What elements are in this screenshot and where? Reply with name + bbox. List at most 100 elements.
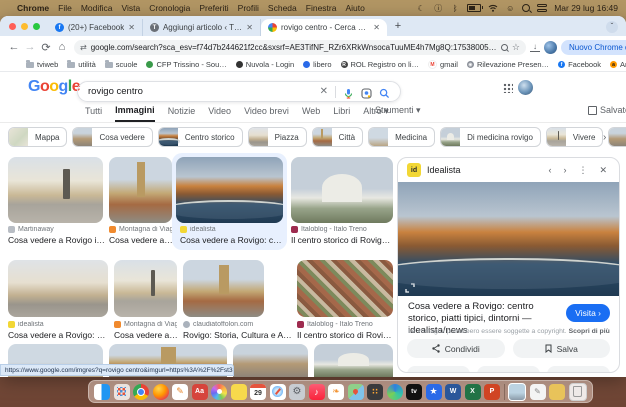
system-settings-icon[interactable]: ⚙ [289, 384, 305, 400]
home-button[interactable]: ⌂ [54, 41, 70, 53]
user-icon[interactable]: ☺ [505, 3, 515, 13]
bookmark-nuvola[interactable]: Nuvola - Login [236, 60, 294, 69]
safari-icon[interactable] [270, 384, 286, 400]
tab-tviweb[interactable]: T Aggiungi articolo ‹ TVIWeb – ✕ [143, 19, 261, 36]
menu-item-vista[interactable]: Vista [121, 3, 140, 13]
finder-icon[interactable] [94, 384, 110, 400]
wifi-icon[interactable] [488, 3, 498, 13]
nav-strumenti[interactable]: Strumenti ▾ [375, 105, 421, 116]
result-caption[interactable]: Il centro storico di Rovigo e le sue… [297, 330, 393, 340]
search-submit-icon[interactable] [379, 86, 390, 97]
clear-search-icon[interactable]: ✕ [320, 86, 328, 97]
calculator-icon[interactable]: ∷ [367, 384, 383, 400]
nav-video-brevi[interactable]: Video brevi [244, 106, 289, 121]
edge-icon[interactable] [387, 384, 403, 400]
chips-scroll-right-icon[interactable]: › [603, 132, 606, 143]
result-source[interactable]: Martinaway [8, 226, 103, 233]
calendar-icon[interactable]: 29 [250, 384, 266, 400]
result-source[interactable]: Montagna di Viaggi [114, 321, 177, 328]
result-caption[interactable]: Cosa vedere a Rovigo: centro storico… [8, 330, 109, 340]
expand-image-icon[interactable] [405, 280, 415, 290]
close-tab-icon[interactable]: ✕ [128, 23, 135, 32]
result-source[interactable]: Montagna di Viaggi [109, 226, 172, 233]
bookmark-rol-registro[interactable]: RROL Registro on li… [341, 60, 420, 69]
powerpoint-icon[interactable]: P [484, 384, 500, 400]
google-logo[interactable]: Google [28, 78, 80, 96]
menu-item-chrome[interactable]: Chrome [17, 3, 49, 13]
chip-citta[interactable]: Città [312, 127, 363, 147]
tab-facebook[interactable]: f (20+) Facebook ✕ [48, 19, 143, 36]
chip-medicina[interactable]: Medicina [368, 127, 435, 147]
related-chip[interactable] [407, 366, 470, 373]
result-caption[interactable]: Cosa vedere a Rovigo: centro storico, … [180, 235, 283, 245]
bookmark-gmail[interactable]: Mgmail [428, 60, 458, 69]
google-account-avatar[interactable] [518, 80, 533, 95]
result-image-4[interactable] [291, 157, 393, 223]
bookmark-star-icon[interactable]: ☆ [512, 42, 520, 53]
maps-icon[interactable] [348, 384, 364, 400]
result-image-7[interactable] [183, 260, 264, 317]
folder-stack-icon[interactable] [549, 384, 565, 400]
visit-site-button[interactable]: Visita › [566, 304, 610, 322]
search-input[interactable]: rovigo centro ✕ [77, 81, 401, 102]
chip-di-medicina-rovigo[interactable]: Di medicina rovigo [440, 127, 541, 147]
bookmark-folder-utilita[interactable]: utilità [67, 60, 96, 69]
music-icon[interactable]: ♪ [309, 384, 325, 400]
voice-search-mic-icon[interactable] [343, 86, 354, 97]
bookmark-folder-scuole[interactable]: scuole [105, 60, 138, 69]
forward-button[interactable]: → [22, 41, 38, 53]
pages-icon[interactable]: ✎ [172, 384, 188, 400]
related-chip[interactable] [477, 366, 540, 373]
result-image-5[interactable] [8, 260, 108, 317]
panel-source-name[interactable]: Idealista [427, 165, 539, 175]
result-image-2[interactable] [109, 157, 172, 223]
tab-rovigo-centro-active[interactable]: G rovigo centro - Cerca con Go… ✕ [261, 19, 387, 36]
bookmark-amazon[interactable]: aAmazon.it: elettro… [610, 60, 626, 69]
menu-item-profili[interactable]: Profili [238, 3, 259, 13]
menu-item-finestra[interactable]: Finestra [306, 3, 337, 13]
result-caption[interactable]: Cosa vedere a Rovig… [109, 235, 173, 245]
next-image-icon[interactable]: › [560, 165, 569, 175]
google-apps-grid-icon[interactable] [503, 83, 513, 93]
chrome-icon[interactable] [133, 384, 149, 400]
info-icon[interactable]: ⓘ [433, 3, 443, 13]
result-caption[interactable]: Cosa vedere a Rovigo in un giorn… [8, 235, 105, 245]
result-caption[interactable]: Cosa vedere a Rovig… [114, 330, 178, 340]
menu-item-preferiti[interactable]: Preferiti [199, 3, 228, 13]
bookmark-cfp-trissino[interactable]: CFP Trissino - Sou… [146, 60, 226, 69]
related-chip[interactable] [547, 366, 610, 373]
address-bar[interactable]: ⇄ google.com/search?sca_esv=f74d7b244621… [74, 40, 526, 55]
photos-icon[interactable] [211, 384, 227, 400]
app-store-star-icon[interactable]: ★ [426, 384, 442, 400]
bookmark-facebook[interactable]: fFacebook [558, 60, 601, 69]
textedit-icon[interactable]: Aa [192, 384, 208, 400]
tab-search-chevron-icon[interactable]: ˇ [606, 21, 618, 33]
bookmark-folder-tviweb[interactable]: tviweb [26, 60, 58, 69]
chip-vivere[interactable]: Vivere [546, 127, 604, 147]
nav-video[interactable]: Video [208, 106, 231, 121]
control-center-icon[interactable] [537, 4, 547, 12]
nav-immagini-active[interactable]: Immagini [115, 105, 155, 122]
zoom-page-icon[interactable] [501, 44, 508, 51]
stickies-icon[interactable] [231, 384, 247, 400]
launchpad-icon[interactable] [114, 384, 130, 400]
result-image-12[interactable] [314, 344, 393, 377]
trash-icon[interactable] [569, 383, 587, 401]
excel-icon[interactable]: X [465, 384, 481, 400]
share-button[interactable]: Condividi [407, 339, 505, 358]
chip-cosa-vedere[interactable]: Cosa vedere [72, 127, 152, 147]
spotlight-search-icon[interactable] [522, 4, 530, 12]
nav-notizie[interactable]: Notizie [168, 106, 196, 121]
apple-tv-icon[interactable]: tv [406, 384, 422, 400]
close-window-button[interactable] [9, 23, 16, 30]
previous-image-icon[interactable]: ‹ [545, 165, 554, 175]
menu-item-file[interactable]: File [58, 3, 72, 13]
panel-close-icon[interactable]: ✕ [596, 165, 610, 176]
result-image-6[interactable] [114, 260, 177, 317]
menu-item-scheda[interactable]: Scheda [268, 3, 297, 13]
result-image-8[interactable] [297, 260, 393, 317]
focus-moon-icon[interactable]: ☾ [416, 3, 426, 13]
nav-web[interactable]: Web [302, 106, 320, 121]
learn-more-link[interactable]: Scopri di più [569, 328, 610, 335]
site-settings-icon[interactable]: ⇄ [80, 43, 87, 52]
